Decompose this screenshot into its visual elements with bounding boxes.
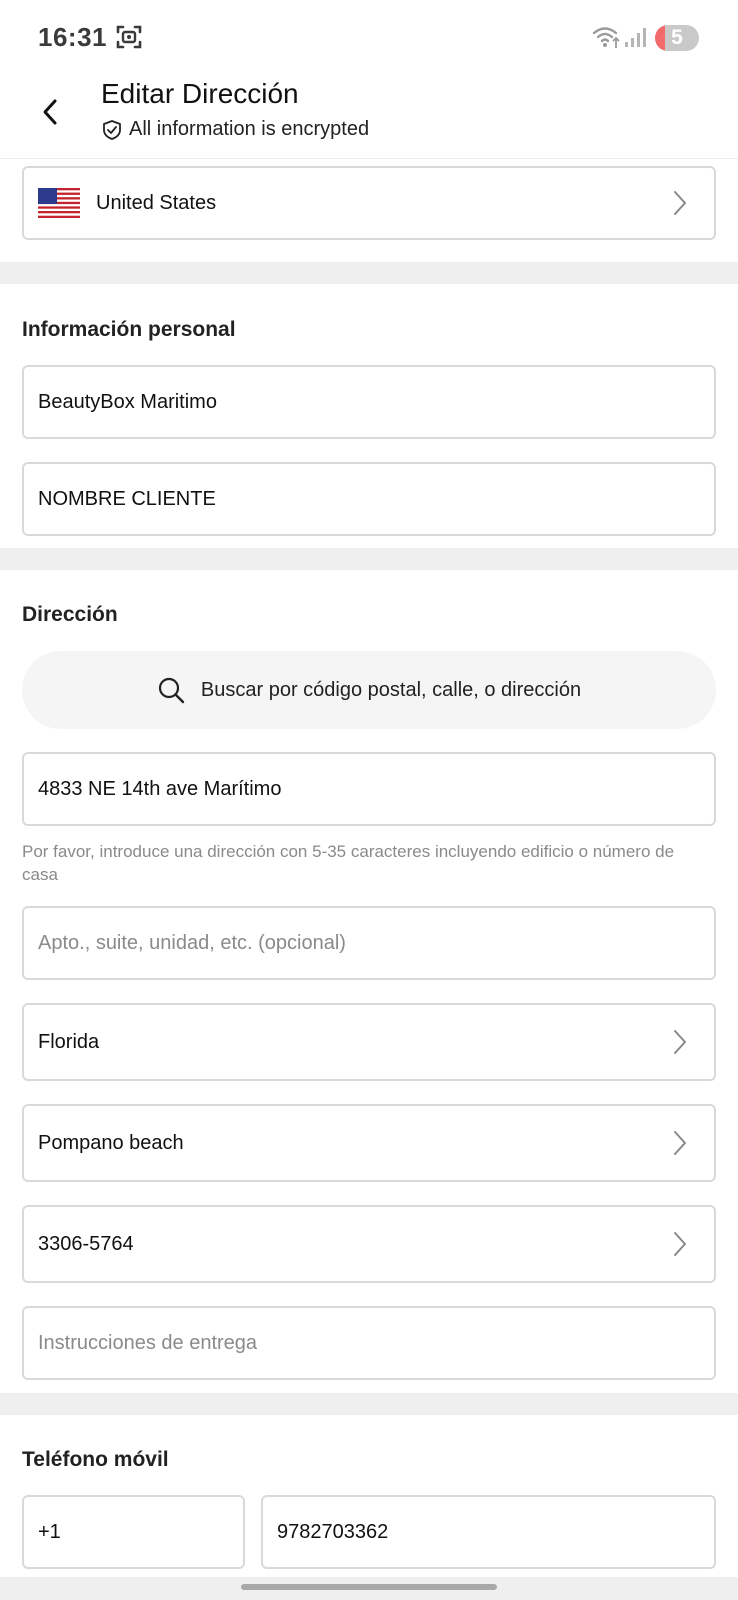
header-divider — [0, 158, 738, 159]
search-placeholder: Buscar por código postal, calle, o direc… — [200, 678, 582, 701]
wifi-icon — [592, 27, 620, 48]
zip-value: 3306-5764 — [38, 1232, 134, 1255]
section-separator — [0, 548, 738, 570]
us-flag-icon — [38, 188, 80, 218]
shield-check-icon — [103, 119, 121, 140]
address-section-title: Dirección — [22, 603, 118, 626]
country-name: United States — [96, 191, 217, 214]
apartment-placeholder: Apto., suite, unidad, etc. (opcional) — [38, 931, 346, 954]
chevron-right-icon — [674, 191, 686, 215]
chevron-right-icon — [674, 1030, 686, 1054]
zip-selector[interactable]: 3306-5764 — [22, 1205, 716, 1283]
back-button[interactable] — [30, 92, 70, 132]
encrypted-note: All information is encrypted — [101, 118, 369, 141]
section-separator — [0, 1393, 738, 1415]
chevron-right-icon — [674, 1232, 686, 1256]
first-name-value: BeautyBox Maritimo — [38, 390, 217, 413]
state-value: Florida — [38, 1030, 100, 1053]
apartment-field[interactable]: Apto., suite, unidad, etc. (opcional) — [22, 906, 716, 980]
delivery-instructions-field[interactable]: Instrucciones de entrega — [22, 1306, 716, 1380]
phone-number-value: 9782703362 — [277, 1520, 389, 1543]
street-value: 4833 NE 14th ave Marítimo — [38, 777, 282, 800]
search-icon — [158, 677, 185, 704]
personal-section-title: Información personal — [22, 318, 236, 341]
screen-record-icon — [116, 25, 142, 49]
signal-icon — [625, 28, 646, 47]
page-title: Editar Dirección — [101, 78, 299, 109]
section-separator — [0, 262, 738, 284]
street-field[interactable]: 4833 NE 14th ave Marítimo — [22, 752, 716, 826]
home-indicator[interactable] — [241, 1584, 497, 1590]
phone-section-title: Teléfono móvil — [22, 1448, 169, 1471]
back-arrow-icon — [43, 99, 57, 125]
first-name-field[interactable]: BeautyBox Maritimo — [22, 365, 716, 439]
country-code-field[interactable]: +1 — [22, 1495, 245, 1569]
phone-number-field[interactable]: 9782703362 — [261, 1495, 716, 1569]
encrypted-text: All information is encrypted — [129, 118, 370, 140]
state-selector[interactable]: Florida — [22, 1003, 716, 1081]
battery-level: 5 — [671, 26, 683, 49]
street-hint: Por favor, introduce una dirección con 5… — [22, 842, 675, 884]
delivery-instructions-placeholder: Instrucciones de entrega — [38, 1331, 258, 1354]
chevron-right-icon — [674, 1131, 686, 1155]
city-selector[interactable]: Pompano beach — [22, 1104, 716, 1182]
city-value: Pompano beach — [38, 1131, 184, 1154]
last-name-value: NOMBRE CLIENTE — [38, 487, 216, 510]
country-code-value: +1 — [38, 1520, 61, 1543]
country-selector[interactable]: United States — [22, 166, 716, 240]
address-search-input[interactable]: Buscar por código postal, calle, o direc… — [22, 651, 716, 729]
battery-icon: 5 — [655, 25, 699, 51]
last-name-field[interactable]: NOMBRE CLIENTE — [22, 462, 716, 536]
status-time: 16:31 — [38, 22, 107, 52]
